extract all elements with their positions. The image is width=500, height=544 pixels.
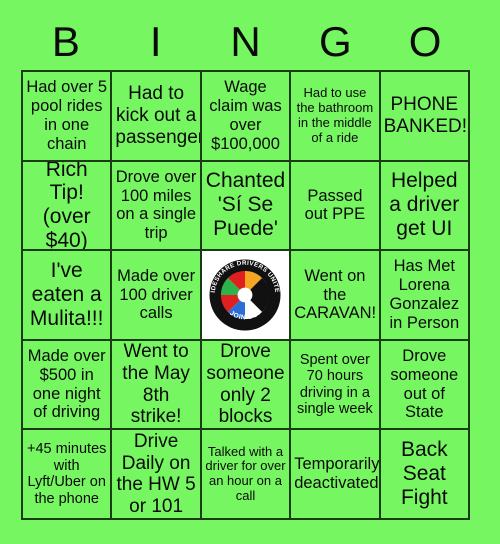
bingo-cell-text: PHONE BANKED!! (383, 94, 470, 137)
bingo-cell[interactable]: Chanted 'Sí Se Puede' (201, 161, 292, 252)
bingo-card: B I N G O Had over 5 pool rides in one c… (0, 0, 500, 544)
bingo-cell-text: Drive Daily on the HW 5 or 101 (116, 430, 196, 517)
bingo-cell[interactable]: Rich Tip! (over $40) (23, 161, 113, 252)
bingo-cell[interactable]: I've eaten a Mulita!!! (23, 251, 113, 341)
bingo-cell-text: +45 minutes with Lyft/Uber on the phone (26, 441, 107, 507)
rideshare-drivers-united-logo: RIDESHARE DRIVERS UNITED JOIN US! (201, 251, 290, 339)
bingo-cell[interactable]: Talked with a driver for over an hour on… (201, 430, 292, 520)
bingo-cell[interactable]: Drove someone only 2 blocks (201, 340, 292, 431)
bingo-cell[interactable]: Went on the CARAVAN! (291, 251, 381, 341)
bingo-cell-text: Passed out PPE (304, 186, 366, 224)
header-letter-o: O (408, 18, 442, 65)
header-letter-n: N (230, 18, 261, 65)
header-letter-g: G (318, 18, 352, 65)
bingo-cell[interactable]: Helped a driver get UI (380, 161, 470, 252)
bingo-cell[interactable]: Had over 5 pool rides in one chain (23, 72, 113, 162)
header-letter-b: B (51, 18, 80, 65)
bingo-cell-text: Spent over 70 hours driving in a single … (297, 351, 373, 418)
bingo-header: B I N G O (21, 14, 470, 70)
bingo-cell[interactable]: Temporarily deactivated (291, 430, 381, 520)
bingo-cell[interactable]: Had to kick out a passenger (112, 72, 202, 162)
bingo-cell-text: Made over $500 in one night of driving (27, 347, 106, 422)
bingo-cell[interactable]: Drove someone out of State (380, 340, 470, 431)
bingo-cell-text: Temporarily deactivated (294, 455, 380, 493)
bingo-cell[interactable]: Drive Daily on the HW 5 or 101 (112, 430, 202, 520)
bingo-cell[interactable]: Went to the May 8th strike! (112, 340, 202, 431)
bingo-cell[interactable]: Drove over 100 miles on a single trip (112, 161, 202, 252)
rideshare-drivers-united-logo-icon: RIDESHARE DRIVERS UNITED JOIN US! (208, 258, 282, 331)
bingo-cell[interactable]: Made over $500 in one night of driving (23, 340, 113, 431)
bingo-cell-text: Wage claim was over $100,000 (209, 78, 282, 153)
bingo-cell[interactable]: Made over 100 driver calls (112, 251, 202, 341)
bingo-cell-text: Had over 5 pool rides in one chain (26, 78, 108, 153)
bingo-cell[interactable]: Passed out PPE (291, 161, 381, 252)
bingo-cell[interactable]: Wage claim was over $100,000 (201, 72, 292, 162)
bingo-cell-text: Drove someone out of State (390, 347, 459, 422)
bingo-cell-text: Back Seat Fight (400, 438, 448, 510)
bingo-cell-text: Has Met Lorena Gonzalez in Person (389, 257, 460, 332)
bingo-cell-text: Talked with a driver for over an hour on… (205, 443, 286, 503)
bingo-cell[interactable]: Spent over 70 hours driving in a single … (291, 340, 381, 431)
bingo-grid: Had over 5 pool rides in one chain Had t… (21, 70, 470, 520)
bingo-cell-text: Drove someone only 2 blocks (206, 341, 285, 428)
bingo-cell[interactable]: PHONE BANKED!! (380, 72, 470, 162)
header-letter-i: I (149, 18, 162, 65)
bingo-cell-text: Helped a driver get UI (389, 169, 460, 241)
bingo-cell-text: Had to use the bathroom in the middle of… (296, 85, 374, 145)
bingo-cell[interactable]: Back Seat Fight (380, 430, 470, 520)
bingo-cell-text: Drove over 100 miles on a single trip (115, 167, 197, 243)
bingo-cell-text: Had to kick out a passenger (115, 83, 202, 148)
bingo-cell-text: Rich Tip! (over $40) (42, 161, 91, 252)
bingo-cell[interactable]: Has Met Lorena Gonzalez in Person (380, 251, 470, 341)
bingo-free-space[interactable]: RIDESHARE DRIVERS UNITED JOIN US! (201, 251, 292, 341)
bingo-cell-text: Made over 100 driver calls (117, 266, 196, 323)
bingo-cell[interactable]: +45 minutes with Lyft/Uber on the phone (23, 430, 113, 520)
bingo-cell-text: I've eaten a Mulita!!! (29, 259, 104, 330)
bingo-cell-text: Chanted 'Sí Se Puede' (205, 169, 286, 241)
bingo-cell-text: Went on the CARAVAN! (294, 266, 377, 323)
bingo-cell-text: Went to the May 8th strike! (122, 341, 190, 428)
bingo-cell[interactable]: Had to use the bathroom in the middle of… (291, 72, 381, 162)
